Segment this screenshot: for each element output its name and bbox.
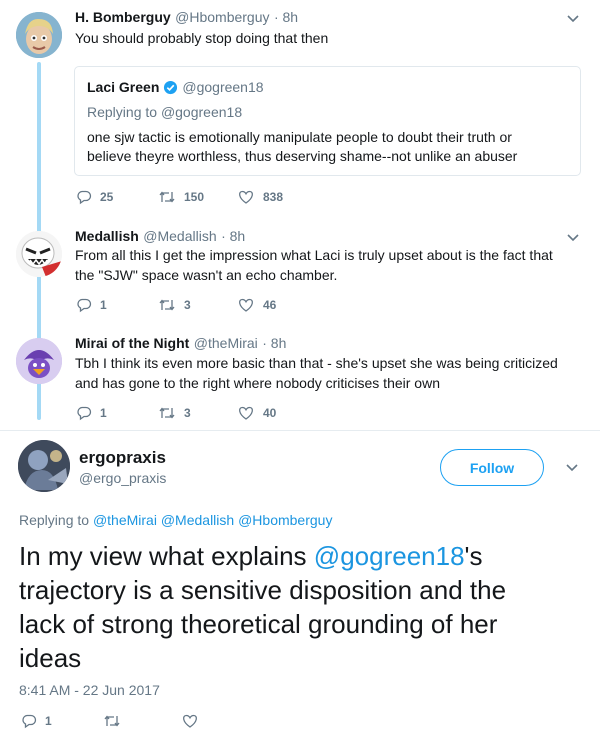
quoted-display-name: Laci Green xyxy=(87,79,160,95)
retweet-button[interactable]: 3 xyxy=(158,405,191,421)
tweet-time[interactable]: · 8h xyxy=(221,228,245,244)
display-name[interactable]: ergopraxis xyxy=(79,448,166,468)
user-handle[interactable]: @Medallish xyxy=(143,228,216,244)
like-button[interactable]: 40 xyxy=(237,405,276,421)
reply-icon xyxy=(77,406,92,421)
chevron-down-icon[interactable] xyxy=(564,10,582,28)
avatar[interactable] xyxy=(16,231,62,277)
retweet-button[interactable]: 150 xyxy=(158,189,204,205)
heart-icon xyxy=(239,298,253,312)
quoted-text: one sjw tactic is emotionally manipulate… xyxy=(87,129,518,164)
like-button[interactable]: 838 xyxy=(237,189,283,205)
follow-button[interactable]: Follow xyxy=(440,449,544,486)
like-count: 838 xyxy=(263,190,284,204)
tweet-timestamp[interactable]: 8:41 AM - 22 Jun 2017 xyxy=(19,682,160,698)
avatar[interactable] xyxy=(16,338,62,384)
replying-to-handle[interactable]: @Medallish xyxy=(161,512,234,528)
tweet-text-line-2: the "SJW" space wasn't an echo chamber. xyxy=(75,267,338,283)
display-name[interactable]: Medallish xyxy=(75,228,139,244)
tweet-body: In my view what explains @gogreen18's tr… xyxy=(19,539,506,675)
tweet-time[interactable]: · 8h xyxy=(262,335,286,351)
reply-button[interactable]: 1 xyxy=(21,713,52,729)
like-button[interactable]: 46 xyxy=(237,297,276,313)
retweet-count: 150 xyxy=(184,190,205,204)
reply-icon xyxy=(77,298,92,313)
reply-icon xyxy=(22,714,37,729)
divider xyxy=(0,430,600,431)
chevron-down-icon[interactable] xyxy=(563,459,581,477)
replying-to-handle[interactable]: @theMirai xyxy=(93,512,157,528)
user-handle[interactable]: @Hbomberguy xyxy=(175,9,269,25)
retweet-count: 3 xyxy=(184,406,191,420)
retweet-button[interactable]: 3 xyxy=(158,297,191,313)
reply-icon xyxy=(77,190,92,205)
replying-to-handle[interactable]: @Hbomberguy xyxy=(238,512,332,528)
like-button[interactable] xyxy=(181,713,199,729)
display-name[interactable]: H. Bomberguy xyxy=(75,9,171,25)
replying-to-handle: @gogreen18 xyxy=(160,104,243,120)
reply-count: 1 xyxy=(100,298,107,312)
reply-count: 1 xyxy=(100,406,107,420)
replying-to: Replying to @theMirai @Medallish @Hbombe… xyxy=(19,512,332,528)
tweet-text: ideas xyxy=(19,643,82,673)
heart-icon xyxy=(239,190,253,204)
chevron-down-icon[interactable] xyxy=(564,229,582,247)
reply-button[interactable]: 1 xyxy=(76,405,107,421)
heart-icon xyxy=(239,406,253,420)
quoted-tweet[interactable]: Laci Green @gogreen18 Replying to @gogre… xyxy=(74,66,581,176)
avatar[interactable] xyxy=(18,440,70,492)
retweet-icon xyxy=(159,407,175,419)
mention-link[interactable]: @gogreen18 xyxy=(314,541,465,571)
display-name[interactable]: Mirai of the Night xyxy=(75,335,189,351)
tweet-text: lack of strong theoretical grounding of … xyxy=(19,609,498,639)
tweet-text: trajectory is a sensitive disposition an… xyxy=(19,575,507,605)
verified-badge-icon xyxy=(164,80,178,94)
user-handle[interactable]: @ergo_praxis xyxy=(79,470,166,486)
replying-to-label: Replying to xyxy=(19,512,90,528)
tweet-text: In my view what explains xyxy=(19,541,314,571)
reply-button[interactable]: 25 xyxy=(76,189,113,205)
heart-icon xyxy=(183,714,197,728)
tweet-text: 's xyxy=(464,541,483,571)
tweet-text-line-1: Tbh I think its even more basic than tha… xyxy=(75,355,558,371)
tweet-text-line-2: and has gone to the right where nobody c… xyxy=(75,375,440,391)
retweet-button[interactable] xyxy=(103,713,121,729)
quoted-handle: @gogreen18 xyxy=(182,79,264,95)
avatar[interactable] xyxy=(16,12,62,58)
tweet-text-line-1: From all this I get the impression what … xyxy=(75,247,553,263)
tweet-text: You should probably stop doing that then xyxy=(75,30,329,46)
replying-to-label: Replying to xyxy=(87,104,158,120)
tweet-time[interactable]: · 8h xyxy=(274,9,298,25)
retweet-count: 3 xyxy=(184,298,191,312)
retweet-icon xyxy=(159,191,175,203)
reply-count: 25 xyxy=(100,190,114,204)
like-count: 46 xyxy=(263,298,277,312)
like-count: 40 xyxy=(263,406,277,420)
retweet-icon xyxy=(159,299,175,311)
user-handle[interactable]: @theMirai xyxy=(194,335,258,351)
reply-count: 1 xyxy=(45,714,52,728)
reply-button[interactable]: 1 xyxy=(76,297,107,313)
retweet-icon xyxy=(104,715,120,727)
